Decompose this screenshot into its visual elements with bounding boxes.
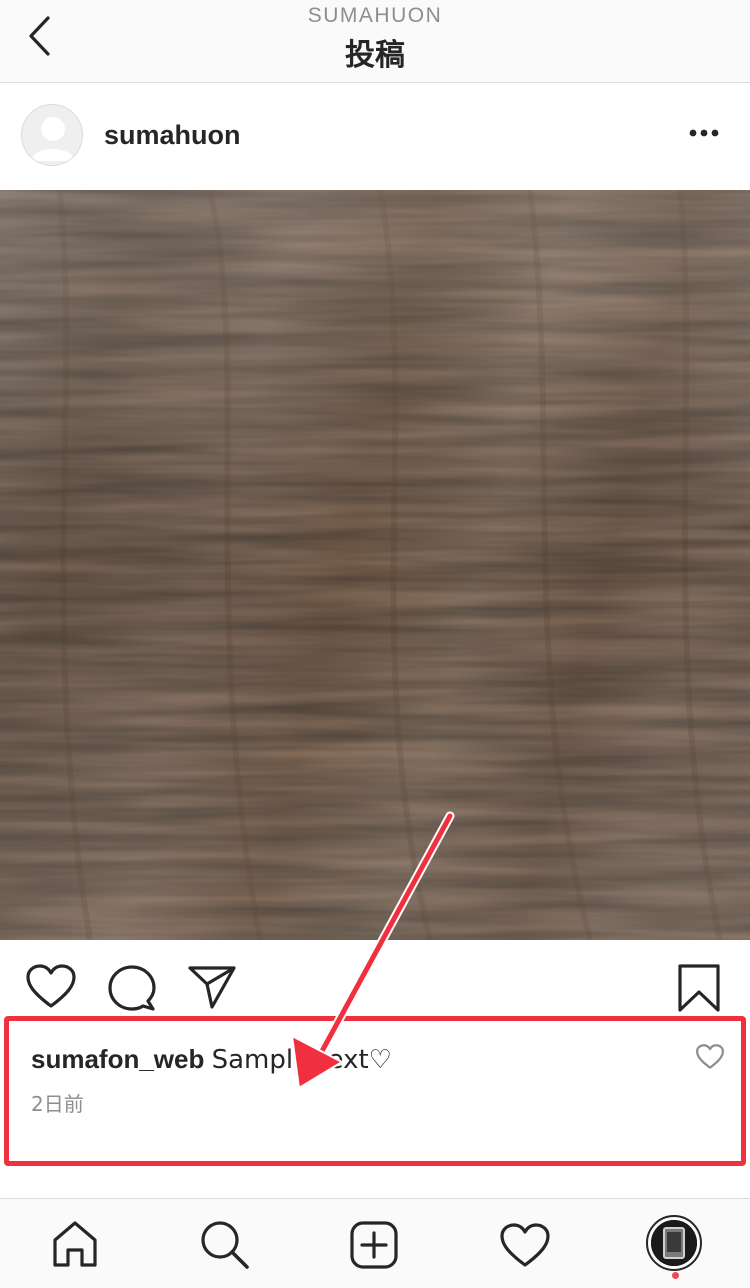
plus-square-icon [350,1221,398,1269]
tab-activity[interactable] [500,1223,550,1274]
home-icon [53,1221,97,1267]
post-header: sumahuon [0,84,750,190]
tab-new-post[interactable] [350,1221,398,1274]
comment-username[interactable]: sumafon_web [31,1044,204,1074]
tab-home[interactable] [52,1220,98,1273]
bookmark-icon [678,964,720,1012]
like-button[interactable] [26,964,76,1015]
comment-text: Sample text♡ [211,1045,392,1075]
avatar[interactable] [21,104,83,166]
save-button[interactable] [678,964,720,1017]
post-action-bar [0,940,750,1016]
profile-avatar-icon [651,1220,697,1266]
tab-search[interactable] [200,1220,250,1275]
comment-timestamp: 2日前 [31,1092,84,1116]
page-title: 投稿 [345,38,405,73]
tab-profile[interactable] [646,1215,702,1271]
wood-texture-image [0,190,750,940]
post-image[interactable] [0,190,750,940]
heart-icon [500,1223,550,1267]
post-username[interactable]: sumahuon [104,120,241,151]
more-horizontal-icon [689,129,719,137]
comment-like-button[interactable] [696,1044,724,1070]
search-icon [201,1221,249,1269]
comment-item: sumafon_web Sample text♡ 2日前 [0,1016,750,1166]
default-avatar-icon [31,117,75,161]
heart-icon [26,964,76,1008]
more-options-button[interactable] [684,120,724,146]
comment-content: sumafon_web Sample text♡ [31,1044,392,1075]
heart-icon [696,1044,724,1069]
comment-button[interactable] [108,964,156,1017]
nav-subtitle: SUMAHUON [307,4,443,27]
comment-bubble-icon [108,965,156,1011]
notification-dot [672,1272,679,1279]
paper-plane-icon [188,966,236,1009]
top-nav-bar: SUMAHUON 投稿 [0,0,750,83]
bottom-tab-bar [0,1198,750,1288]
share-button[interactable] [188,964,236,1015]
